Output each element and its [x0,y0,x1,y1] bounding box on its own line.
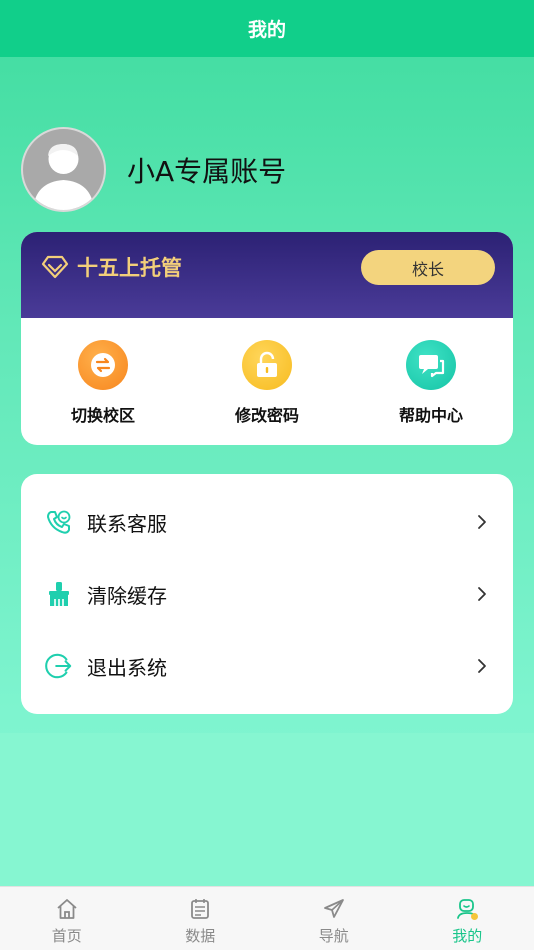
bottom-tab-bar: 首页 数据 导航 我的 [0,886,534,950]
switch-campus-button[interactable]: 切换校区 [33,340,173,426]
help-center-button[interactable]: 帮助中心 [361,340,501,426]
background-band [0,733,534,886]
top-bar: 我的 [0,0,534,57]
calendar-icon [191,899,210,919]
menu-item-clear-cache[interactable]: 清除缓存 [21,558,513,630]
lock-icon [242,340,292,390]
clear-cache-label: 清除缓存 [87,583,167,608]
role-badge[interactable]: 校长 [361,250,495,285]
tab-data-label: 数据 [185,927,216,945]
broom-icon [45,580,73,608]
vip-title: 十五上托管 [41,252,182,282]
home-icon [57,899,77,919]
chevron-right-icon [478,587,486,601]
tab-navigation[interactable]: 导航 [267,887,401,950]
role-label: 校长 [411,259,444,279]
page-title: 我的 [247,19,286,41]
contact-service-label: 联系客服 [87,511,167,536]
user-silhouette-icon [33,144,94,210]
menu-item-contact-service[interactable]: 联系客服 [21,486,513,558]
school-name: 十五上托管 [77,256,182,280]
vip-card: 十五上托管 校长 切换校区 修改密码 帮助中心 [21,232,513,445]
menu-item-logout[interactable]: 退出系统 [21,630,513,702]
tab-home[interactable]: 首页 [0,887,134,950]
tab-navigation-label: 导航 [318,927,349,945]
switch-campus-label: 切换校区 [70,406,135,425]
tab-home-label: 首页 [51,927,82,945]
chat-icon [406,340,456,390]
profile-section: 小A专属账号 [21,127,286,212]
phone-service-icon [45,508,73,536]
change-password-label: 修改密码 [234,406,299,425]
settings-menu: 联系客服 清除缓存 退出系统 [21,474,513,714]
tab-data[interactable]: 数据 [134,887,268,950]
diamond-icon [41,255,69,279]
send-icon [323,899,344,918]
chevron-right-icon [478,659,486,673]
quick-actions: 切换校区 修改密码 帮助中心 [21,318,513,426]
logout-icon [45,652,73,680]
vip-header: 十五上托管 校长 [21,232,513,318]
change-password-button[interactable]: 修改密码 [197,340,337,426]
help-center-label: 帮助中心 [398,406,463,425]
logout-label: 退出系统 [87,655,167,680]
chevron-right-icon [478,515,486,529]
switch-icon [78,340,128,390]
account-name: 小A专属账号 [127,154,287,188]
tab-mine-label: 我的 [452,927,483,945]
avatar[interactable] [21,127,106,212]
tab-mine[interactable]: 我的 [401,887,534,950]
user-icon [457,899,479,920]
